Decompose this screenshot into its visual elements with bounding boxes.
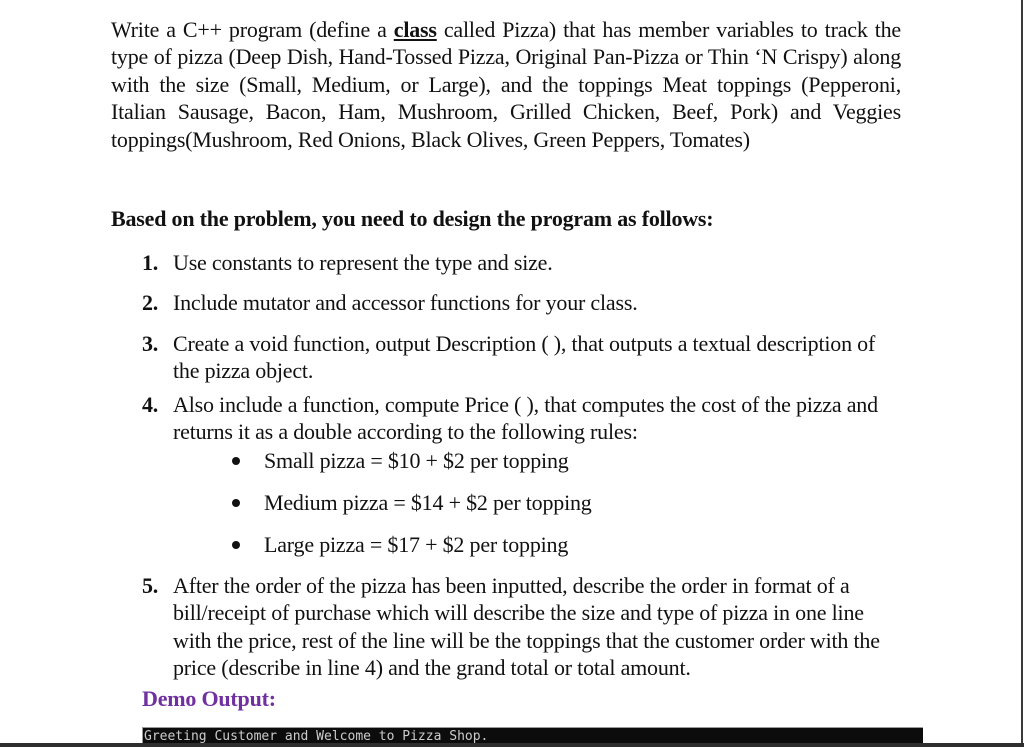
price-rule-text: Small pizza = $10 + $2 per topping [264, 448, 569, 473]
item-number: 2. [142, 290, 159, 315]
item-number: 4. [142, 392, 159, 417]
bullet-icon [232, 499, 240, 507]
problem-statement: Write a C++ program (define a class call… [111, 16, 901, 153]
item-number: 5. [142, 573, 159, 598]
class-keyword: class [393, 17, 437, 42]
document-page: Write a C++ program (define a class call… [0, 0, 1021, 744]
item-number: 1. [142, 250, 159, 275]
item-number: 3. [142, 331, 159, 356]
intro-text-start: Write a C++ program (define a [111, 17, 394, 42]
requirement-item-1: 1. Use constants to represent the type a… [142, 249, 902, 276]
price-rule-medium: Medium pizza = $14 + $2 per topping [232, 489, 592, 516]
console-line: Greeting Customer and Welcome to Pizza S… [144, 729, 489, 744]
console-output: Greeting Customer and Welcome to Pizza S… [142, 727, 923, 744]
price-rule-large: Large pizza = $17 + $2 per topping [232, 531, 568, 558]
item-text: Use constants to represent the type and … [173, 250, 553, 275]
price-rule-small: Small pizza = $10 + $2 per topping [232, 447, 569, 474]
item-text: After the order of the pizza has been in… [173, 573, 880, 681]
bullet-icon [232, 541, 240, 549]
item-text: Include mutator and accessor functions f… [173, 290, 638, 315]
demo-output-heading: Demo Output: [142, 686, 276, 711]
item-text: Create a void function, output Descripti… [173, 331, 876, 384]
bullet-icon [232, 457, 240, 465]
item-text: Also include a function, compute Price (… [173, 392, 878, 445]
price-rule-text: Large pizza = $17 + $2 per topping [264, 532, 569, 557]
page-bottom-border [0, 743, 1024, 747]
design-heading: Based on the problem, you need to design… [111, 206, 714, 231]
requirement-item-2: 2. Include mutator and accessor function… [142, 289, 902, 316]
requirement-item-4: 4. Also include a function, compute Pric… [142, 391, 902, 446]
page-right-border [1021, 0, 1023, 747]
requirement-item-5: 5. After the order of the pizza has been… [142, 572, 902, 682]
requirement-item-3: 3. Create a void function, output Descri… [142, 330, 902, 385]
price-rule-text: Medium pizza = $14 + $2 per topping [264, 490, 592, 515]
